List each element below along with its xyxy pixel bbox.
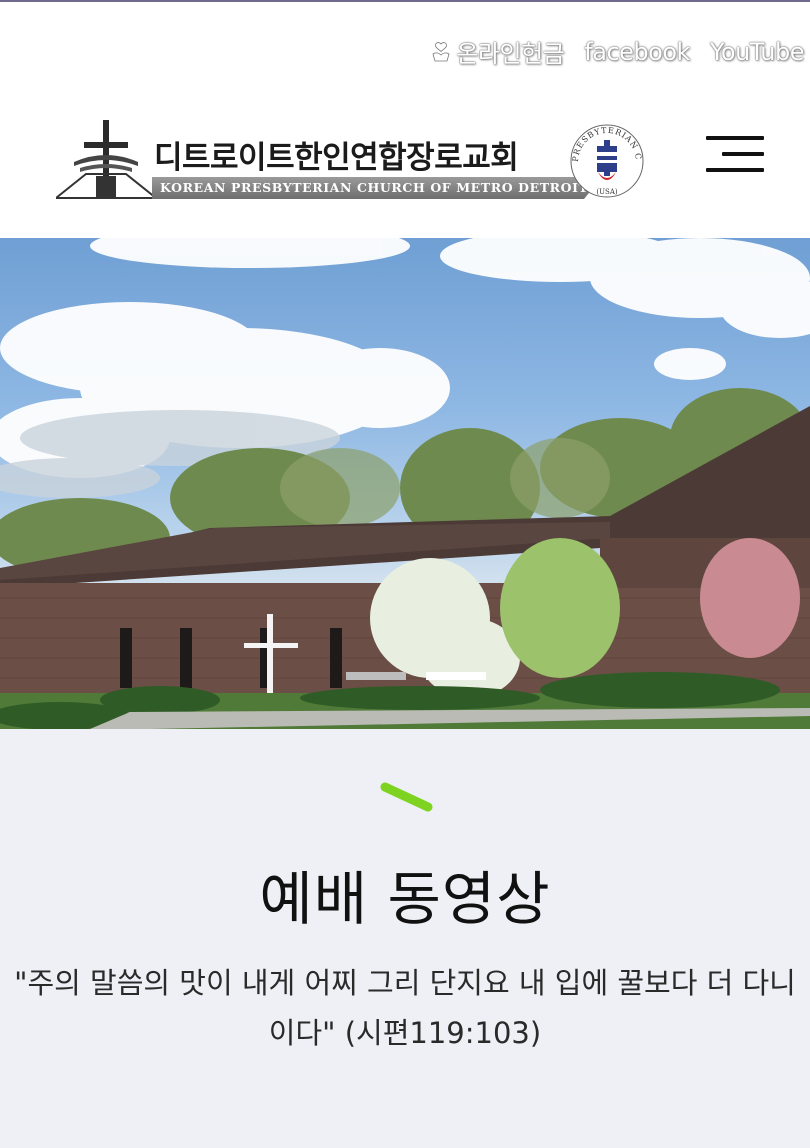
presbyterian-seal-icon: PRESBYTERIAN CHURCH (USA)	[568, 122, 644, 198]
slider-dot-2[interactable]	[426, 672, 486, 680]
seal-subtext: (USA)	[596, 188, 617, 196]
bible-verse: "주의 말씀의 맛이 내게 어찌 그리 단지요 내 입에 꿀보다 더 다니이다"…	[14, 966, 796, 1050]
church-building-photo	[0, 238, 810, 729]
menu-line	[706, 168, 764, 172]
online-offering-label: 온라인헌금	[456, 40, 565, 68]
menu-line	[722, 152, 764, 156]
facebook-link[interactable]: facebook	[584, 38, 690, 66]
hamburger-menu-icon[interactable]	[702, 132, 764, 178]
logo-title-korean: 디트로이트한인연합장로교회	[154, 140, 519, 176]
online-offering-link[interactable]: 온라인헌금	[430, 34, 565, 69]
hero-slider[interactable]	[0, 238, 810, 729]
slider-pagination	[346, 672, 486, 680]
section-title: 예배 동영상	[259, 865, 551, 933]
church-cross-emblem	[56, 120, 156, 199]
top-border	[0, 0, 810, 2]
green-accent-mark	[380, 782, 433, 812]
utility-nav: 온라인헌금 facebook YouTube	[430, 34, 805, 69]
menu-line	[706, 136, 764, 140]
youtube-link[interactable]: YouTube	[710, 38, 805, 66]
hand-heart-icon	[432, 41, 450, 61]
logo-title-english: KOREAN PRESBYTERIAN CHURCH OF METRO DETR…	[160, 180, 589, 195]
church-logo[interactable]: 디트로이트한인연합장로교회 KOREAN PRESBYTERIAN CHURCH…	[56, 118, 644, 202]
slider-dot-1[interactable]	[346, 672, 406, 680]
